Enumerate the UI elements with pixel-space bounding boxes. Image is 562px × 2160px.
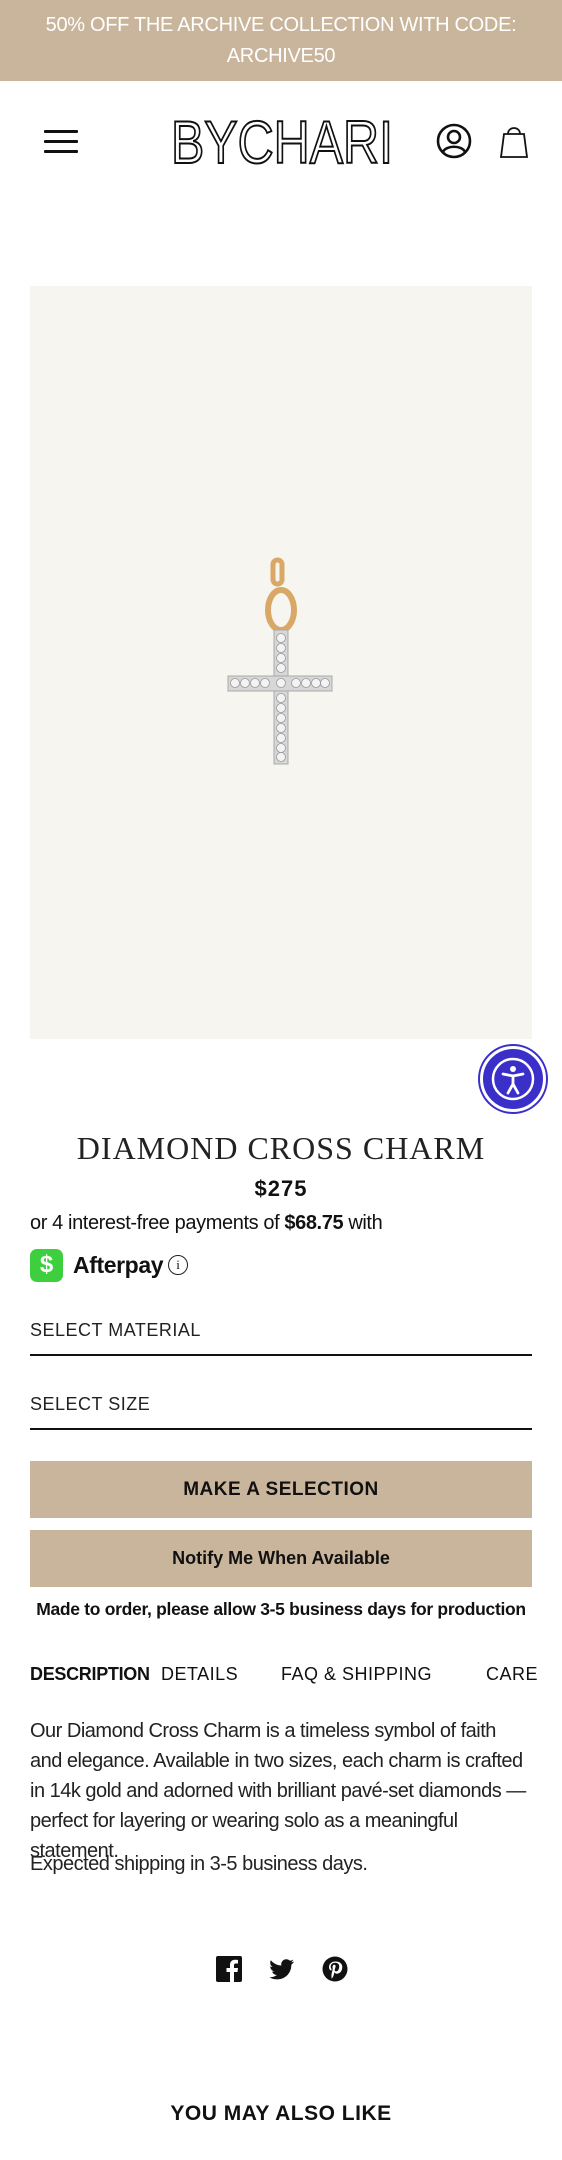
- product-title: DIAMOND CROSS CHARM: [76, 1130, 486, 1166]
- installments-prefix: or 4 interest-free payments of: [30, 1212, 285, 1234]
- accessibility-icon[interactable]: [480, 1046, 546, 1112]
- related-products-heading: YOU MAY ALSO LIKE: [170, 2102, 392, 2125]
- size-select[interactable]: SELECT SIZE: [30, 1386, 532, 1430]
- tab-details[interactable]: DETAILS: [161, 1664, 238, 1685]
- info-icon[interactable]: i: [168, 1255, 189, 1275]
- promo-text: 50% OFF THE ARCHIVE COLLECTION WITH CODE…: [45, 13, 517, 67]
- installments-text: or 4 interest-free payments of $68.75 wi…: [30, 1212, 383, 1235]
- afterpay-label: Afterpay: [73, 1251, 164, 1278]
- logo-text: BYCHARI: [171, 109, 393, 171]
- bychari-logo[interactable]: BYCHARI: [168, 109, 396, 171]
- pinterest-icon[interactable]: [322, 1956, 348, 1982]
- afterpay-logo-icon: $: [30, 1248, 63, 1282]
- tab-faq-shipping[interactable]: FAQ & SHIPPING: [281, 1664, 432, 1685]
- make-selection-button[interactable]: MAKE A SELECTION: [30, 1461, 532, 1518]
- site-header: BYCHARI: [0, 81, 562, 201]
- cart-bag-icon[interactable]: [500, 123, 528, 159]
- installments-suffix: with: [343, 1212, 383, 1234]
- tab-care[interactable]: CARE: [486, 1664, 538, 1685]
- material-select[interactable]: SELECT MATERIAL: [30, 1312, 532, 1356]
- product-description: Our Diamond Cross Charm is a timeless sy…: [30, 1720, 526, 1862]
- product-image[interactable]: [30, 286, 532, 1039]
- twitter-icon[interactable]: [269, 1956, 295, 1982]
- promo-banner[interactable]: 50% OFF THE ARCHIVE COLLECTION WITH CODE…: [0, 0, 562, 81]
- tab-description[interactable]: DESCRIPTION: [30, 1664, 150, 1685]
- installments-amount: $68.75: [284, 1212, 344, 1234]
- afterpay-info[interactable]: $ Afterpay i: [30, 1248, 189, 1282]
- notify-me-button[interactable]: Notify Me When Available: [30, 1530, 532, 1587]
- menu-icon[interactable]: [44, 128, 78, 156]
- product-price: $275: [254, 1176, 308, 1201]
- product-info-tabs: DESCRIPTION DETAILS FAQ & SHIPPING CARE: [0, 1664, 562, 1694]
- account-icon[interactable]: [436, 123, 472, 159]
- facebook-icon[interactable]: [216, 1956, 242, 1982]
- shipping-estimate: Expected shipping in 3-5 business days.: [30, 1853, 368, 1875]
- cross-charm-illustration: [227, 557, 333, 765]
- production-notice: Made to order, please allow 3-5 business…: [36, 1599, 526, 1619]
